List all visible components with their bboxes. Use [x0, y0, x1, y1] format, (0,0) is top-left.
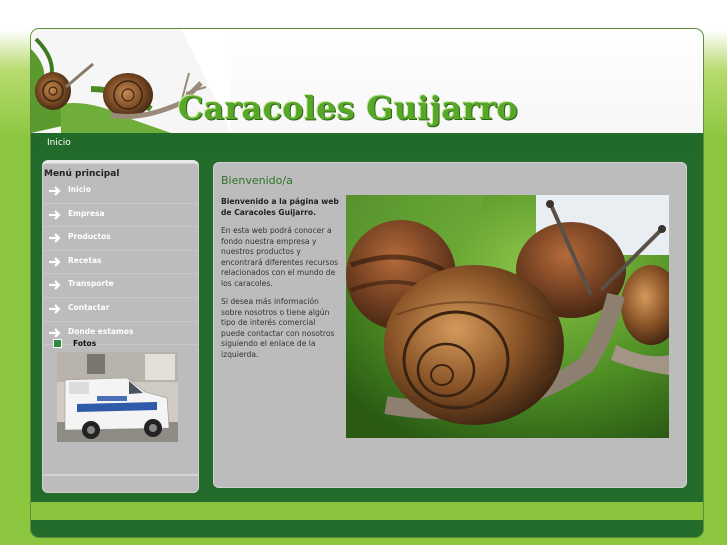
sidebar-menu-list: Inicio Empresa Productos Recetas Transpo…: [42, 180, 199, 346]
sidebar-item-label: Transporte: [68, 279, 114, 289]
sidebar-item-transporte[interactable]: Transporte: [42, 274, 199, 298]
top-navigation: Inicio: [31, 133, 703, 159]
topnav-home-link[interactable]: Inicio: [47, 138, 71, 148]
site-title: Caracoles Guijarro: [178, 89, 519, 127]
sidebar-item-label: Contactar: [68, 302, 110, 312]
sidebar-item-label: Donde estamos: [68, 326, 134, 336]
sidebar-item-recetas[interactable]: Recetas: [42, 251, 199, 275]
fotos-label: Fotos: [73, 339, 97, 348]
arrow-right-icon: [49, 233, 61, 243]
delivery-van-photo[interactable]: [57, 352, 178, 442]
sidebar-item-inicio[interactable]: Inicio: [42, 180, 199, 204]
snails-photo: [346, 195, 669, 438]
site-header: Caracoles Guijarro: [31, 29, 703, 134]
main-content: Bienvenido/a Bienvenido a la página web …: [213, 162, 687, 488]
page-frame: Caracoles Guijarro Inicio Menú principal…: [31, 29, 703, 537]
arrow-right-icon: [49, 280, 61, 291]
sidebar-title: Menú principal: [44, 169, 120, 179]
page-title: Bienvenido/a: [221, 174, 293, 187]
sidebar-item-label: Inicio: [68, 185, 91, 194]
sidebar-divider: [42, 474, 199, 476]
arrow-right-icon: [49, 186, 61, 196]
photo-icon: [53, 339, 62, 348]
footer-band: [31, 502, 703, 520]
welcome-paragraph-2: Si desea más información sobre nosotros …: [221, 297, 335, 359]
sidebar-item-label: Recetas: [68, 255, 102, 265]
arrow-right-icon: [49, 257, 61, 267]
sidebar-item-empresa[interactable]: Empresa: [42, 204, 199, 228]
sidebar-item-fotos[interactable]: Fotos: [42, 337, 199, 351]
sidebar-item-label: Productos: [68, 232, 111, 242]
sidebar-item-productos[interactable]: Productos: [42, 227, 199, 251]
sidebar-item-label: Empresa: [68, 208, 105, 218]
arrow-right-icon: [49, 209, 61, 220]
sidebar-menu: Menú principal Inicio Empresa Productos …: [42, 160, 199, 493]
welcome-intro: Bienvenido a la página web de Caracoles …: [221, 197, 339, 217]
arrow-right-icon: [49, 304, 61, 314]
sidebar-item-contactar[interactable]: Contactar: [42, 298, 199, 322]
welcome-paragraph-1: En esta web podrá conocer a fondo nuestr…: [221, 226, 339, 288]
